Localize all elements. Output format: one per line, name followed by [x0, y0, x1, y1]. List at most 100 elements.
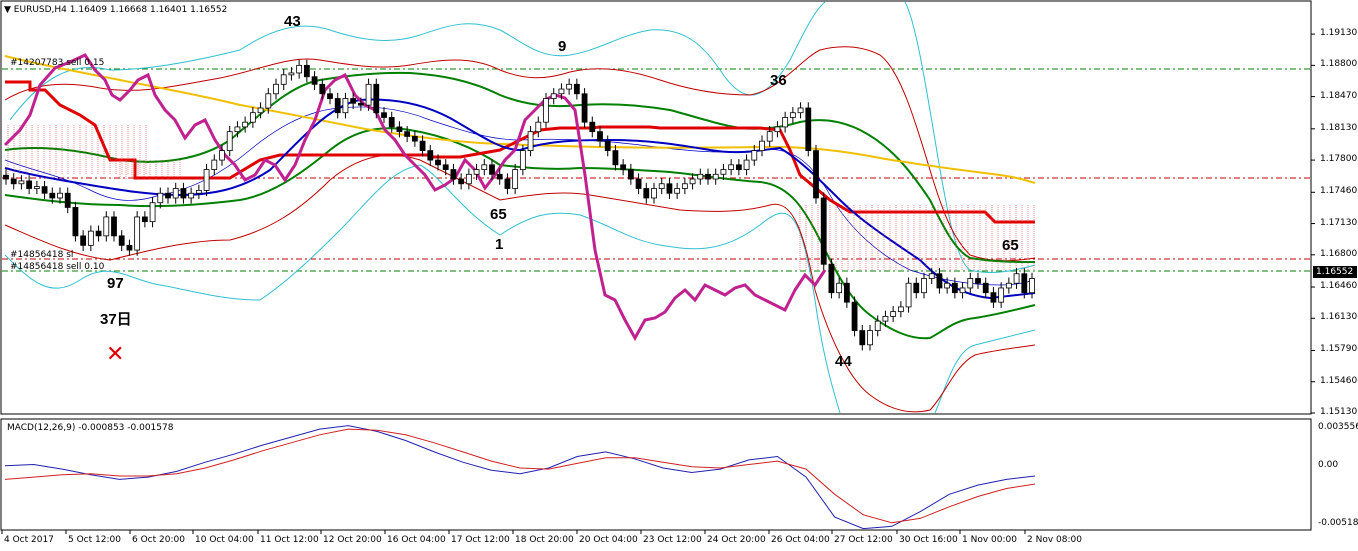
- candle-body: [373, 83, 380, 114]
- macd-signal-line: [4, 428, 1036, 524]
- candle-body: [975, 278, 981, 284]
- time-axis-ticks: [1, 530, 1026, 534]
- price-tick-label: 1.17800: [1320, 154, 1358, 165]
- candle-body: [249, 112, 256, 123]
- candle-body: [334, 98, 341, 114]
- candle-body: [959, 287, 966, 294]
- time-tick-label: 26 Oct 04:00: [771, 535, 830, 545]
- candle-body: [226, 131, 233, 152]
- candle-body: [519, 150, 526, 170]
- candle-body: [843, 282, 850, 303]
- candle-body: [512, 169, 519, 189]
- order-sell-10-label[interactable]: #14856418 sell 0.10: [10, 262, 104, 272]
- price-tick-label: 1.17460: [1320, 186, 1358, 197]
- ohlc-close: 1.16552: [190, 5, 228, 15]
- candle-body: [982, 282, 989, 294]
- candle-body: [527, 131, 534, 152]
- time-tick-label: 18 Oct 20:00: [515, 535, 574, 545]
- order-sl-label[interactable]: #14856418 sl: [10, 250, 73, 260]
- order-sell-15-label[interactable]: #14207783 sell 0.15: [10, 58, 104, 68]
- candle-body: [41, 186, 48, 194]
- macd-panel-frame: [0, 418, 1312, 531]
- candle-body: [820, 197, 827, 265]
- candle-body: [550, 93, 557, 99]
- candle-body: [26, 180, 33, 189]
- candle-body: [458, 178, 465, 185]
- time-tick-label: 1 Nov 00:00: [962, 535, 1017, 545]
- candle-body: [612, 150, 619, 166]
- time-tick-label: 6 Oct 20:00: [132, 535, 185, 545]
- candle-body: [87, 230, 94, 246]
- candle-body: [465, 173, 472, 185]
- candle-body: [589, 121, 596, 133]
- price-tick-label: 1.15790: [1320, 344, 1358, 355]
- candle-body: [80, 235, 87, 246]
- annotation-36: 36: [770, 72, 787, 89]
- price-tick-label: 1.16800: [1320, 248, 1358, 259]
- candle-body: [766, 131, 773, 142]
- chart-canvas[interactable]: [0, 0, 1358, 551]
- candle-body: [33, 186, 40, 189]
- candle-body: [473, 169, 480, 175]
- candle-body: [442, 164, 449, 170]
- macd-main-line: [4, 425, 1036, 530]
- candle-body: [180, 188, 187, 199]
- candle-body: [195, 189, 202, 194]
- candle-body: [712, 173, 719, 180]
- candle-body: [219, 150, 225, 161]
- candle-body: [805, 107, 812, 152]
- current-price-badge: 1.16552: [1313, 266, 1357, 278]
- price-tick-label: 1.16460: [1320, 281, 1358, 292]
- candle-body: [165, 192, 171, 199]
- candle-body: [936, 273, 943, 289]
- candle-body: [126, 244, 133, 251]
- candle-body: [604, 140, 611, 152]
- candle-body: [558, 88, 565, 95]
- candle-body: [111, 216, 117, 237]
- candle-body: [18, 180, 25, 185]
- candle-body: [188, 192, 195, 199]
- candle-body: [342, 98, 349, 114]
- candle-body: [64, 192, 71, 208]
- candles: [3, 59, 1035, 351]
- candle-body: [697, 173, 704, 180]
- time-tick-label: 5 Oct 12:00: [68, 535, 121, 545]
- candle-body: [998, 287, 1005, 303]
- candle-body: [118, 235, 125, 246]
- candle-body: [404, 131, 411, 137]
- price-tick-label: 1.15460: [1320, 375, 1358, 386]
- candle-body: [751, 150, 758, 161]
- annotation-65-right: 65: [1002, 237, 1019, 254]
- candle-body: [620, 164, 627, 170]
- candle-body: [95, 230, 102, 237]
- candle-body: [674, 188, 681, 194]
- macd-tick-bottom: -0.005188: [1318, 518, 1358, 528]
- ohlc-open: 1.16409: [69, 5, 108, 15]
- candle-body: [543, 98, 549, 123]
- stoch-magenta: [3, 53, 827, 342]
- candle-body: [897, 306, 904, 313]
- candle-body: [365, 83, 372, 106]
- candle-body: [535, 121, 542, 133]
- main-panel-frame: [0, 0, 1312, 415]
- candle-body: [720, 169, 727, 175]
- candle-body: [874, 320, 881, 331]
- candle-body: [419, 140, 426, 152]
- candle-body: [149, 202, 156, 223]
- candle-body: [944, 282, 951, 289]
- close-x-icon: ✕: [106, 342, 125, 367]
- candle-body: [681, 183, 688, 189]
- candle-body: [141, 216, 148, 223]
- candle-body: [913, 282, 920, 294]
- candle-body: [211, 159, 218, 170]
- candle-body: [504, 178, 511, 189]
- triangle-down-icon[interactable]: ▼: [4, 5, 11, 15]
- candle-body: [381, 112, 387, 118]
- candle-body: [396, 126, 403, 133]
- candle-body: [134, 216, 141, 251]
- annotation-97: 97: [107, 275, 124, 292]
- candle-body: [951, 282, 958, 294]
- candle-body: [890, 311, 897, 317]
- price-tick-label: 1.17130: [1320, 217, 1358, 228]
- candle-body: [157, 192, 164, 204]
